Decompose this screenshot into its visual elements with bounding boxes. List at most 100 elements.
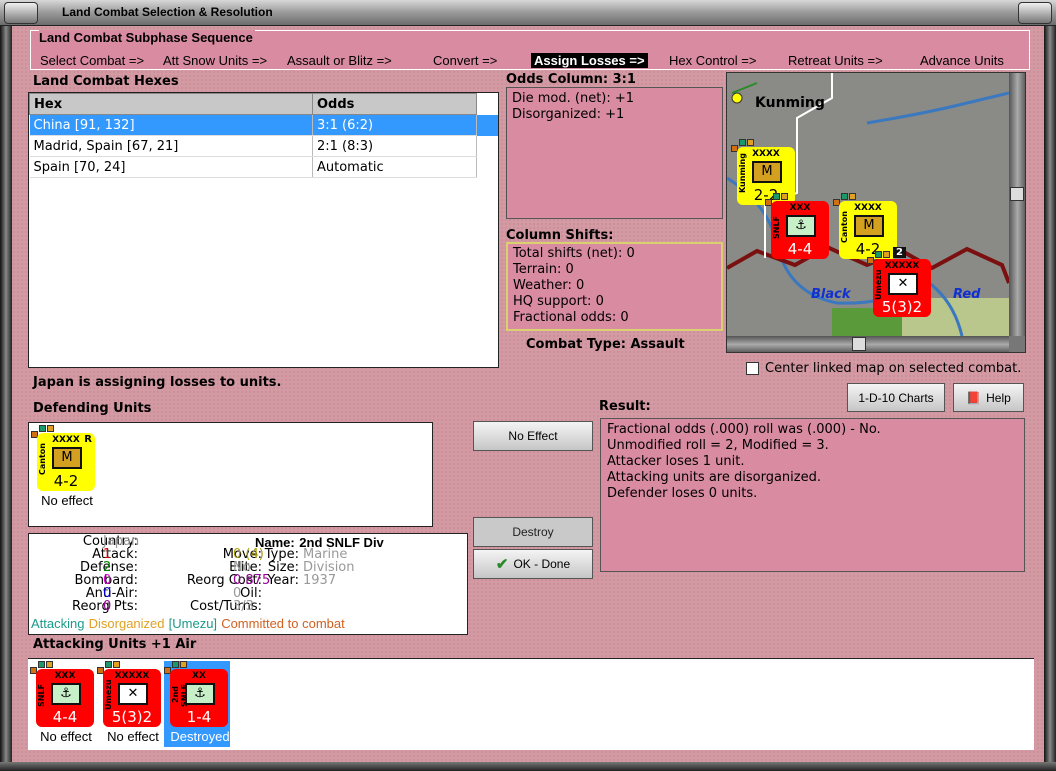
odds-cell: Automatic — [312, 156, 477, 178]
attacking-title: Attacking Units +1 Air — [33, 637, 197, 652]
subphase-sequence: Land Combat Subphase Sequence Select Com… — [30, 30, 1030, 70]
scroll-thumb[interactable] — [1010, 187, 1024, 202]
unit-counter-item[interactable]: XXX SNLF ⚓ 4-4 No effect — [30, 661, 96, 747]
unit-type-icon: M — [854, 215, 884, 237]
col-odds[interactable]: Odds — [312, 93, 477, 115]
shift-line: Weather: 0 — [513, 278, 585, 293]
window-title: Land Combat Selection & Resolution — [62, 5, 273, 19]
odds-title: Odds Column: 3:1 — [506, 72, 636, 87]
ok-done-button[interactable]: ✔ OK - Done — [473, 549, 593, 579]
shift-line: HQ support: 0 — [513, 294, 604, 309]
result-line: Defender loses 0 units. — [607, 486, 758, 501]
result-line: Attacker loses 1 unit. — [607, 454, 745, 469]
map-vertical-scrollbar[interactable] — [1009, 73, 1025, 336]
unit-status: No effect — [40, 729, 92, 744]
step-att-snow-units: Att Snow Units => — [163, 53, 268, 68]
unit-counter-item[interactable]: XXXXX Umezu ✕ 5(3)2 No effect — [97, 661, 163, 747]
unit-counter-item[interactable]: XXXX Canton M R 4-2 No effect — [31, 425, 97, 511]
shifts-panel: Total shifts (net): 0 Terrain: 0 Weather… — [506, 242, 723, 331]
table-row[interactable]: China [91, 132] 3:1 (6:2) — [29, 114, 498, 136]
system-menu-button[interactable] — [4, 2, 38, 24]
attacking-units-panel: XXX SNLF ⚓ 4-4 No effect XXXXX Umezu ✕ 5… — [28, 658, 1034, 750]
result-line: Fractional odds (.000) roll was (.000) -… — [607, 422, 881, 437]
destroy-button[interactable]: Destroy — [473, 517, 593, 547]
unit-counter: XXXX Canton M R 4-2 — [37, 433, 95, 491]
stack-count-badge: 2 — [893, 247, 906, 258]
flag-disorganized: Disorganized — [88, 616, 165, 631]
odds-cell: 2:1 (8:3) — [312, 135, 477, 157]
unit-counter-item[interactable]: XX 2nd SNLF Div ⚓ 1-4 Destroyed — [164, 661, 230, 747]
status-message: Japan is assigning losses to units. — [33, 375, 282, 390]
table-row[interactable]: Madrid, Spain [67, 21] 2:1 (8:3) — [29, 135, 499, 157]
result-line: Unmodified roll = 2, Modified = 3. — [607, 438, 829, 453]
title-bar[interactable]: Land Combat Selection & Resolution — [0, 0, 1056, 26]
center-map-label: Center linked map on selected combat. — [765, 361, 1022, 376]
unit-counter: XXX SNLF ⚓ 4-4 — [771, 201, 829, 259]
charts-button[interactable]: 1-D-10 Charts — [847, 383, 945, 412]
unit-counter-item[interactable]: XXX SNLF ⚓ 4-4 — [765, 193, 831, 263]
result-line: Attacking units are disorganized. — [607, 470, 821, 485]
linked-map[interactable]: Kunming Black Red XXXX Kunming M 2-2 XXX… — [726, 72, 1026, 353]
unit-type-icon: ⚓ — [786, 215, 816, 237]
step-assault-or-blitz: Assault or Blitz => — [287, 53, 392, 68]
checkmark-icon: ✔ — [495, 556, 509, 573]
shift-line: Total shifts (net): 0 — [513, 246, 635, 261]
combat-type: Combat Type: Assault — [526, 337, 685, 352]
result-title: Result: — [599, 399, 651, 414]
no-effect-button[interactable]: No Effect — [473, 421, 593, 451]
hex-cell: China [91, 132] — [29, 114, 313, 136]
map-river-label: Red — [953, 287, 981, 302]
window-control-button[interactable] — [1018, 2, 1052, 24]
reorgpts-value: 0 — [103, 599, 112, 614]
unit-counter: XXXXX Umezu ✕ 5(3)2 — [103, 669, 161, 727]
book-icon: 📕 — [966, 390, 982, 405]
cost-value: 3/3 — [233, 599, 254, 614]
frame-bottom — [0, 762, 1056, 771]
step-advance-units: Advance Units — [920, 53, 1004, 68]
map-river-label: Black — [811, 287, 851, 302]
shifts-title: Column Shifts: — [506, 228, 614, 243]
defending-units-panel: XXXX Canton M R 4-2 No effect — [28, 422, 433, 527]
flag-attacking: Attacking — [31, 616, 85, 631]
flag-committed: Committed to combat — [221, 616, 345, 631]
map-horizontal-scrollbar[interactable] — [727, 336, 1009, 352]
step-convert: Convert => — [433, 53, 498, 68]
hex-cell: Madrid, Spain [67, 21] — [29, 135, 313, 157]
step-assign-losses: Assign Losses => — [531, 53, 648, 68]
sequence-title: Land Combat Subphase Sequence — [39, 30, 255, 45]
defending-title: Defending Units — [33, 401, 152, 416]
center-map-checkbox[interactable] — [746, 362, 759, 375]
unit-info-panel: Country: Attack: Defense: Bombard: Anti-Air:… — [28, 533, 468, 635]
help-label: Help — [986, 390, 1011, 405]
year-value: 1937 — [303, 573, 337, 588]
frame-left — [0, 26, 12, 771]
hex-cell: Spain [70, 24] — [29, 156, 313, 178]
scroll-thumb[interactable] — [851, 337, 866, 351]
unit-type-icon: ✕ — [118, 683, 148, 705]
odds-panel: Die mod. (net): +1 Disorganized: +1 — [506, 87, 723, 219]
frame-right — [1044, 26, 1056, 771]
flag-hq: [Umezu] — [168, 616, 218, 631]
unit-status: No effect — [41, 493, 93, 508]
unit-counter-item[interactable]: XXXXX Umezu ✕ 5(3)2 — [867, 251, 933, 321]
result-panel: Fractional odds (.000) roll was (.000) -… — [600, 418, 1025, 572]
help-button[interactable]: 📕 Help — [953, 383, 1024, 412]
unit-counter: XXX SNLF ⚓ 4-4 — [36, 669, 94, 727]
table-row[interactable]: Spain [70, 24] Automatic — [29, 156, 499, 178]
die-mod-line: Die mod. (net): +1 — [512, 91, 635, 106]
hexes-table: Hex Odds China [91, 132] 3:1 (6:2) Madrid,… — [28, 92, 499, 368]
map-city-label: Kunming — [755, 95, 825, 111]
unit-counter: XXXXX Umezu ✕ 5(3)2 — [873, 259, 931, 317]
step-hex-control: Hex Control => — [669, 53, 757, 68]
step-retreat-units: Retreat Units => — [788, 53, 883, 68]
unit-counter: XX 2nd SNLF Div ⚓ 1-4 — [170, 669, 228, 727]
disorganized-line: Disorganized: +1 — [512, 107, 625, 122]
shift-line: Terrain: 0 — [513, 262, 574, 277]
odds-cell: 3:1 (6:2) — [312, 114, 477, 136]
shift-line: Fractional odds: 0 — [513, 310, 629, 325]
center-map-checkbox-row[interactable]: Center linked map on selected combat. — [746, 361, 1021, 376]
unit-status: Destroyed — [170, 729, 230, 744]
city-marker — [731, 92, 743, 104]
col-hex[interactable]: Hex — [29, 93, 313, 115]
hexes-title: Land Combat Hexes — [33, 74, 179, 89]
